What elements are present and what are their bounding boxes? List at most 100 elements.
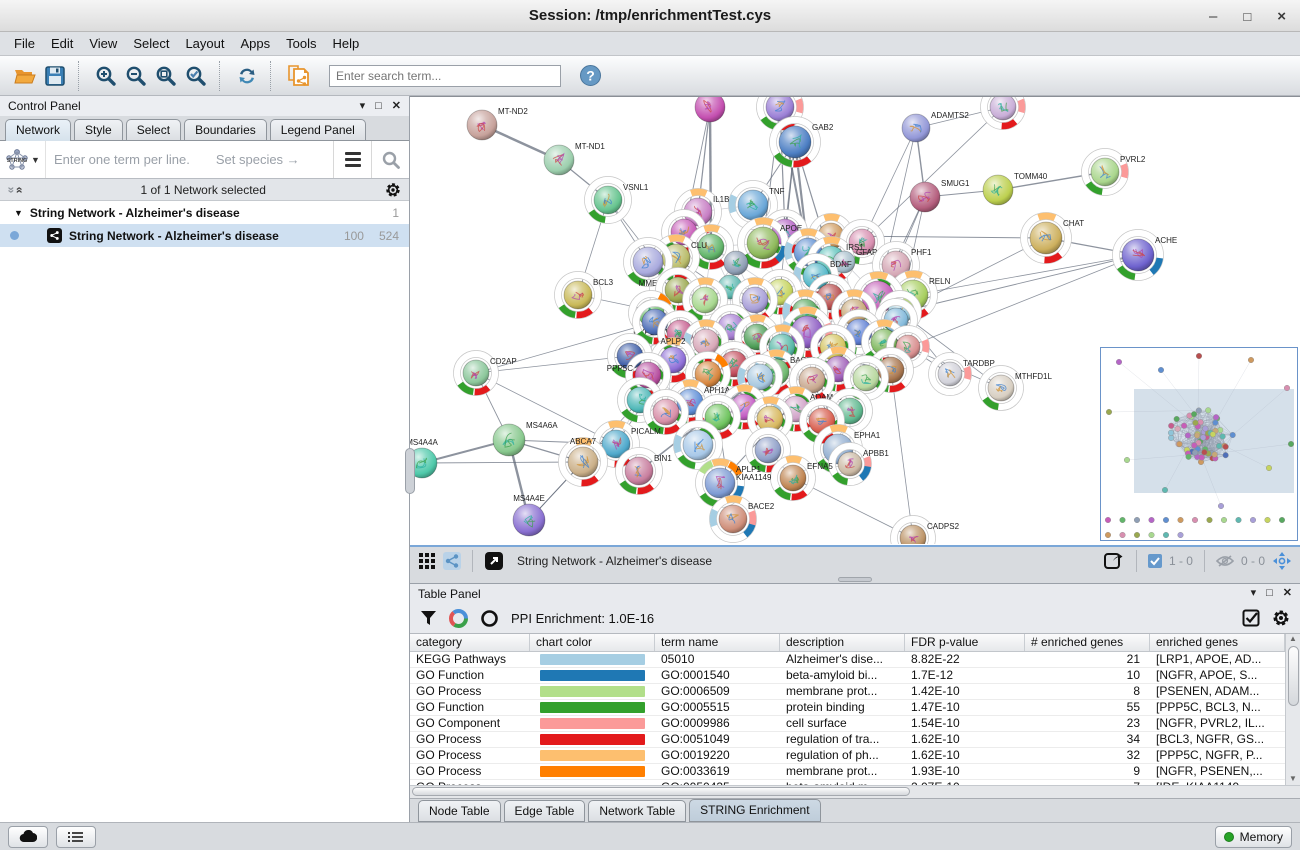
network-node[interactable]: SMUG1 <box>910 179 970 212</box>
minimize-button[interactable]: – <box>1209 9 1217 24</box>
menu-item-edit[interactable]: Edit <box>43 34 81 53</box>
menu-item-file[interactable]: File <box>6 34 43 53</box>
network-from-file-button[interactable] <box>283 61 313 91</box>
column-header[interactable]: # enriched genes <box>1025 634 1150 651</box>
panel-close-icon[interactable]: ✕ <box>392 101 401 112</box>
table-vertical-scrollbar[interactable]: ▲ ▼ <box>1285 634 1300 785</box>
menu-item-apps[interactable]: Apps <box>233 34 279 53</box>
scrollbar-thumb[interactable] <box>1288 646 1299 706</box>
zoom-selected-button[interactable] <box>181 61 211 91</box>
gear-icon[interactable] <box>385 182 401 198</box>
network-node[interactable]: BCL3 <box>555 272 614 319</box>
network-node[interactable]: APBB1 <box>829 443 890 486</box>
network-node[interactable]: VSNL1 <box>585 177 649 224</box>
table-row[interactable]: GO FunctionGO:0001540beta-amyloid bi...1… <box>410 668 1285 684</box>
grid-view-icon[interactable] <box>418 552 436 570</box>
network-row[interactable]: String Network - Alzheimer's disease 100… <box>0 224 409 247</box>
help-button[interactable]: ? <box>575 61 605 91</box>
expand-all-icon[interactable]: » <box>11 186 25 193</box>
column-header[interactable]: term name <box>655 634 780 651</box>
network-node[interactable]: MT-ND1 <box>544 142 605 175</box>
horizontal-splitter[interactable] <box>410 575 1300 583</box>
network-node[interactable]: MTHFD1L <box>979 366 1053 411</box>
column-header[interactable]: chart color <box>530 634 655 651</box>
zoom-out-button[interactable] <box>121 61 151 91</box>
cloud-tasks-button[interactable] <box>8 826 48 848</box>
tab-style[interactable]: Style <box>74 119 123 140</box>
birdseye-view[interactable] <box>1100 347 1298 541</box>
ring-chart-icon[interactable] <box>480 609 499 628</box>
table-row[interactable]: GO ProcessGO:0033619membrane prot...1.93… <box>410 764 1285 780</box>
zoom-fit-button[interactable] <box>151 61 181 91</box>
string-term-input[interactable]: Enter one term per line. Set species → <box>46 141 333 178</box>
menu-item-layout[interactable]: Layout <box>177 34 232 53</box>
share-network-icon[interactable] <box>443 552 461 570</box>
save-session-button[interactable] <box>40 61 70 91</box>
tab-select[interactable]: Select <box>126 119 181 140</box>
column-header[interactable]: FDR p-value <box>905 634 1025 651</box>
tree-expand-icon[interactable]: ▼ <box>14 208 23 218</box>
string-options-button[interactable] <box>333 141 371 178</box>
network-node[interactable]: BIN1 <box>616 448 673 495</box>
menu-item-help[interactable]: Help <box>325 34 368 53</box>
refresh-button[interactable] <box>232 61 262 91</box>
tab-network[interactable]: Network <box>5 119 71 141</box>
maximize-button[interactable]: □ <box>1243 10 1251 23</box>
network-node[interactable]: MS4A6A <box>493 421 558 456</box>
tab-network-table[interactable]: Network Table <box>588 800 686 822</box>
network-node[interactable]: CADPS2 <box>891 516 960 545</box>
panel-menu-icon[interactable]: ▾ <box>360 101 366 112</box>
string-source-selector[interactable]: STRING ▼ <box>0 141 46 178</box>
hidden-eye-icon[interactable] <box>1216 554 1234 568</box>
scroll-up-icon[interactable]: ▲ <box>1289 634 1297 643</box>
panel-close-icon[interactable]: ✕ <box>1283 588 1292 599</box>
table-horizontal-scrollbar[interactable] <box>410 785 1300 798</box>
open-in-string-icon[interactable] <box>484 551 504 571</box>
network-node[interactable]: ABCA7 <box>559 437 608 487</box>
menu-item-tools[interactable]: Tools <box>278 34 324 53</box>
network-node[interactable]: TOMM40 <box>983 172 1048 205</box>
network-node[interactable]: CHAT <box>1021 213 1085 264</box>
network-node[interactable] <box>981 97 1026 130</box>
open-session-button[interactable] <box>10 61 40 91</box>
table-row[interactable]: KEGG Pathways05010Alzheimer's dise...8.8… <box>410 652 1285 668</box>
network-node[interactable]: MT-ND2 <box>467 107 528 140</box>
menu-item-view[interactable]: View <box>81 34 125 53</box>
panel-splitter-grip[interactable] <box>405 448 415 494</box>
network-node[interactable]: ACHE <box>1113 230 1178 281</box>
network-collection-row[interactable]: ▼ String Network - Alzheimer's disease 1 <box>0 201 409 224</box>
tab-string-enrichment[interactable]: STRING Enrichment <box>689 799 820 822</box>
table-row[interactable]: GO ProcessGO:0006509membrane prot...1.42… <box>410 684 1285 700</box>
table-row[interactable]: GO ProcessGO:0051049regulation of tra...… <box>410 732 1285 748</box>
tab-boundaries[interactable]: Boundaries <box>184 119 267 140</box>
scroll-down-icon[interactable]: ▼ <box>1289 774 1297 783</box>
filter-icon[interactable] <box>420 610 437 627</box>
tab-edge-table[interactable]: Edge Table <box>504 800 586 822</box>
network-node[interactable]: GAB2 <box>770 117 834 168</box>
enrichment-chart-icon[interactable] <box>449 609 468 628</box>
zoom-in-button[interactable] <box>91 61 121 91</box>
scrollbar-thumb[interactable] <box>412 787 910 796</box>
network-node[interactable] <box>695 97 725 122</box>
network-node[interactable] <box>724 251 748 275</box>
task-history-button[interactable] <box>56 826 96 848</box>
select-columns-icon[interactable] <box>1242 609 1260 627</box>
birdseye-toggle-icon[interactable] <box>1272 551 1292 571</box>
menu-item-select[interactable]: Select <box>125 34 177 53</box>
memory-button[interactable]: Memory <box>1215 826 1292 848</box>
string-search-button[interactable] <box>371 141 409 178</box>
tab-legend-panel[interactable]: Legend Panel <box>270 119 366 140</box>
column-header[interactable]: description <box>780 634 905 651</box>
export-network-icon[interactable] <box>1103 550 1125 572</box>
network-canvas[interactable]: MT-ND2 ADAMTS2 GAB2 MT-ND1 PVRL2 TOMM40 SMUG1 V… <box>410 96 1300 545</box>
panel-float-icon[interactable]: □ <box>375 101 382 112</box>
network-node[interactable]: BACE2 <box>710 496 775 543</box>
column-header[interactable]: category <box>410 634 530 651</box>
table-row[interactable]: GO ProcessGO:0019220regulation of ph...1… <box>410 748 1285 764</box>
network-node[interactable]: MS4A4E <box>513 494 545 536</box>
search-input[interactable] <box>329 65 561 87</box>
panel-float-icon[interactable]: □ <box>1266 588 1273 599</box>
network-node[interactable]: ADAMTS2 <box>902 111 969 142</box>
gear-icon[interactable] <box>1272 609 1290 627</box>
network-node[interactable]: PVRL2 <box>1082 149 1146 196</box>
